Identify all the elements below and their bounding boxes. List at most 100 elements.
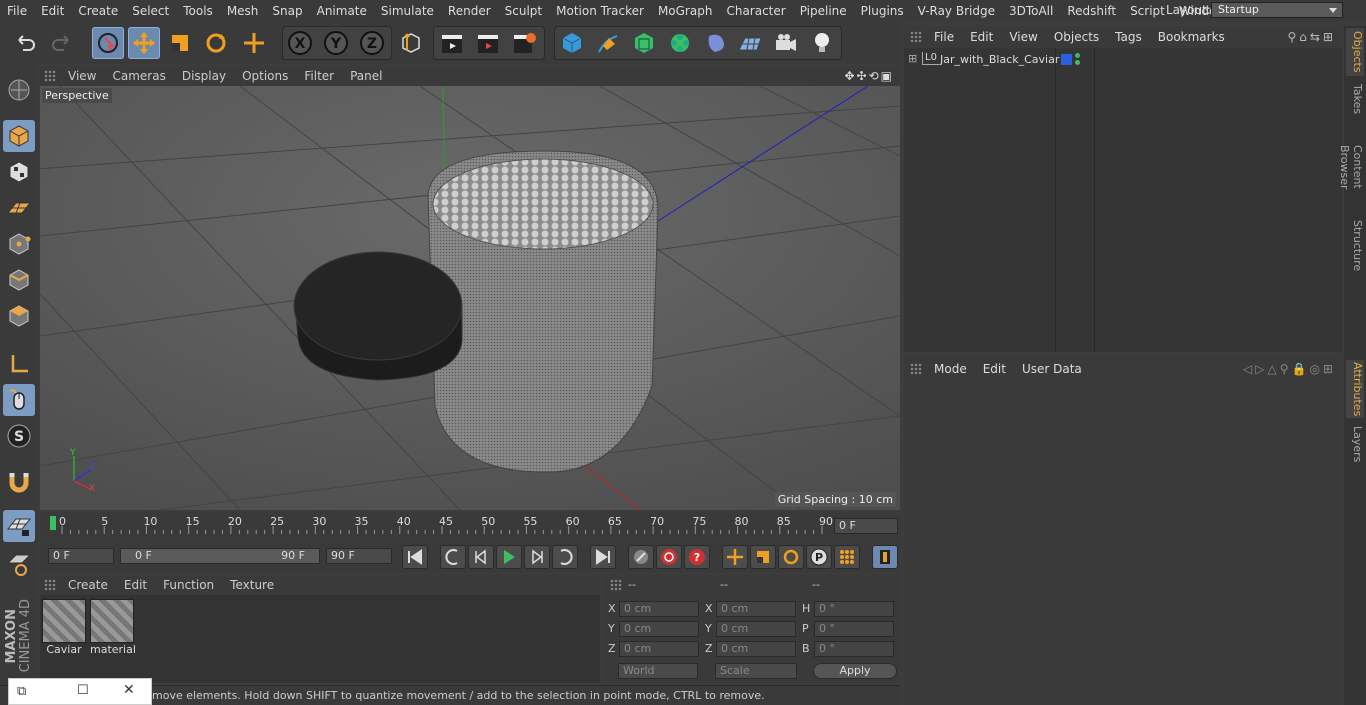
solo-mode-button[interactable]: S <box>3 420 35 452</box>
preview-range-slider[interactable]: 0 F 90 F <box>120 548 320 564</box>
menu-snap[interactable]: Snap <box>265 0 309 22</box>
material-menu-create[interactable]: Create <box>60 578 116 592</box>
viewport-menu-cameras[interactable]: Cameras <box>104 69 173 83</box>
menu-file[interactable]: File <box>0 0 34 22</box>
menu-motion-tracker[interactable]: Motion Tracker <box>549 0 651 22</box>
panel-grip[interactable] <box>910 31 922 43</box>
object-menu-tags[interactable]: Tags <box>1107 30 1150 44</box>
position-z-field[interactable]: 0 cm <box>619 641 699 657</box>
tab-objects[interactable]: Objects <box>1346 28 1364 76</box>
key-pla-button[interactable] <box>834 545 860 569</box>
material-item[interactable]: Caviar <box>42 599 86 657</box>
viewport-menu-options[interactable]: Options <box>234 69 296 83</box>
end-frame-field[interactable]: 90 F <box>326 548 392 564</box>
play-button[interactable] <box>496 545 522 569</box>
current-frame-field[interactable]: 0 F <box>834 518 898 534</box>
rotation-b-field[interactable]: 0 ° <box>814 641 894 657</box>
viewport-menu-display[interactable]: Display <box>174 69 234 83</box>
restore-icon[interactable]: ⧉ <box>17 684 26 699</box>
attribute-menu-edit[interactable]: Edit <box>975 362 1014 376</box>
tab-layers[interactable]: Layers <box>1346 424 1364 464</box>
attribute-menu-user-data[interactable]: User Data <box>1014 362 1090 376</box>
maximize-icon[interactable]: ☐ <box>77 683 89 698</box>
size-mode-dropdown[interactable]: Scale <box>715 663 797 679</box>
menu-select[interactable]: Select <box>125 0 176 22</box>
close-icon[interactable]: ✕ <box>123 682 135 698</box>
apply-button[interactable]: Apply <box>813 663 897 679</box>
tab-takes[interactable]: Takes <box>1346 82 1364 116</box>
start-frame-field[interactable]: 0 F <box>48 548 114 564</box>
menu-character[interactable]: Character <box>719 0 792 22</box>
panel-grip[interactable] <box>910 363 922 375</box>
go-to-end-button[interactable] <box>590 545 616 569</box>
3d-viewport[interactable]: Y Z X Perspective Grid Spacing : 10 cm <box>40 86 900 510</box>
material-menu-function[interactable]: Function <box>155 578 222 592</box>
light-button[interactable] <box>806 27 838 59</box>
playhead[interactable] <box>50 516 56 530</box>
viewport-menu-panel[interactable]: Panel <box>342 69 390 83</box>
timeline-window-button[interactable] <box>872 545 898 569</box>
menu-mesh[interactable]: Mesh <box>220 0 266 22</box>
panel-grip[interactable] <box>44 70 56 82</box>
key-rotation-button[interactable] <box>778 545 804 569</box>
move-tool-button[interactable] <box>128 27 160 59</box>
render-picture-viewer-button[interactable] <box>472 27 504 59</box>
scale-tool-button[interactable] <box>164 27 196 59</box>
model-mode-button[interactable] <box>3 120 35 152</box>
attribute-nav-icons[interactable]: ◁▷△⚲🔒◎⊞ <box>1243 362 1336 376</box>
locked-workplane-button[interactable] <box>3 548 35 580</box>
texture-mode-button[interactable] <box>3 156 35 188</box>
menu-vray-bridge[interactable]: V-Ray Bridge <box>911 0 1002 22</box>
timeline-ruler[interactable]: 0 5 10 15 20 25 30 35 40 45 50 55 60 65 70 75 80 85 90 0 F <box>40 512 900 538</box>
expand-icon[interactable]: ⊞ <box>908 52 917 65</box>
rotation-h-field[interactable]: 0 ° <box>814 601 894 617</box>
menu-simulate[interactable]: Simulate <box>374 0 441 22</box>
edges-mode-button[interactable] <box>3 264 35 296</box>
previous-key-button[interactable] <box>440 545 466 569</box>
workplane-mode-button[interactable] <box>3 192 35 224</box>
tab-structure[interactable]: Structure <box>1346 220 1364 272</box>
size-x-field[interactable]: 0 cm <box>716 601 796 617</box>
object-manager-tool-icons[interactable]: ⚲⌂⇆⊞ <box>1287 30 1336 44</box>
menu-animate[interactable]: Animate <box>310 0 374 22</box>
position-y-field[interactable]: 0 cm <box>619 621 699 637</box>
viewport-camera-label[interactable]: Perspective <box>42 88 112 103</box>
object-name[interactable]: Jar_with_Black_Caviar <box>940 53 1059 66</box>
menu-edit[interactable]: Edit <box>34 0 71 22</box>
key-parameter-button[interactable]: P <box>806 545 832 569</box>
menu-pipeline[interactable]: Pipeline <box>793 0 854 22</box>
previous-frame-button[interactable] <box>468 545 494 569</box>
jar-model[interactable] <box>427 150 659 473</box>
menu-sculpt[interactable]: Sculpt <box>498 0 549 22</box>
menu-redshift[interactable]: Redshift <box>1060 0 1123 22</box>
redo-button[interactable] <box>45 27 77 59</box>
render-visibility-dot[interactable] <box>1075 60 1080 65</box>
floor-button[interactable] <box>734 27 766 59</box>
object-row[interactable]: ⊞ L0 Jar_with_Black_Caviar <box>904 52 1342 70</box>
menu-plugins[interactable]: Plugins <box>854 0 911 22</box>
go-to-start-button[interactable] <box>402 545 428 569</box>
points-mode-button[interactable] <box>3 228 35 260</box>
tab-content-browser[interactable]: Content Browser <box>1338 122 1364 212</box>
deformer-button[interactable] <box>700 27 732 59</box>
autokeying-button[interactable] <box>656 545 682 569</box>
y-axis-lock-button[interactable]: Y <box>320 27 352 59</box>
menu-render[interactable]: Render <box>441 0 498 22</box>
menu-create[interactable]: Create <box>71 0 125 22</box>
rotation-p-field[interactable]: 0 ° <box>814 621 894 637</box>
snap-toggle-button[interactable] <box>3 466 35 498</box>
render-view-button[interactable] <box>436 27 468 59</box>
rotate-tool-button[interactable] <box>200 27 232 59</box>
panel-grip[interactable] <box>610 579 622 591</box>
x-axis-lock-button[interactable]: X <box>284 27 316 59</box>
transform-tool-button[interactable] <box>238 27 270 59</box>
panel-grip[interactable] <box>44 579 56 591</box>
attribute-menu-mode[interactable]: Mode <box>926 362 975 376</box>
menu-script[interactable]: Script <box>1123 0 1172 22</box>
live-selection-button[interactable] <box>92 27 124 59</box>
record-keys-button[interactable] <box>628 545 654 569</box>
object-menu-edit[interactable]: Edit <box>962 30 1001 44</box>
key-scale-button[interactable] <box>750 545 776 569</box>
position-x-field[interactable]: 0 cm <box>619 601 699 617</box>
object-menu-file[interactable]: File <box>926 30 962 44</box>
